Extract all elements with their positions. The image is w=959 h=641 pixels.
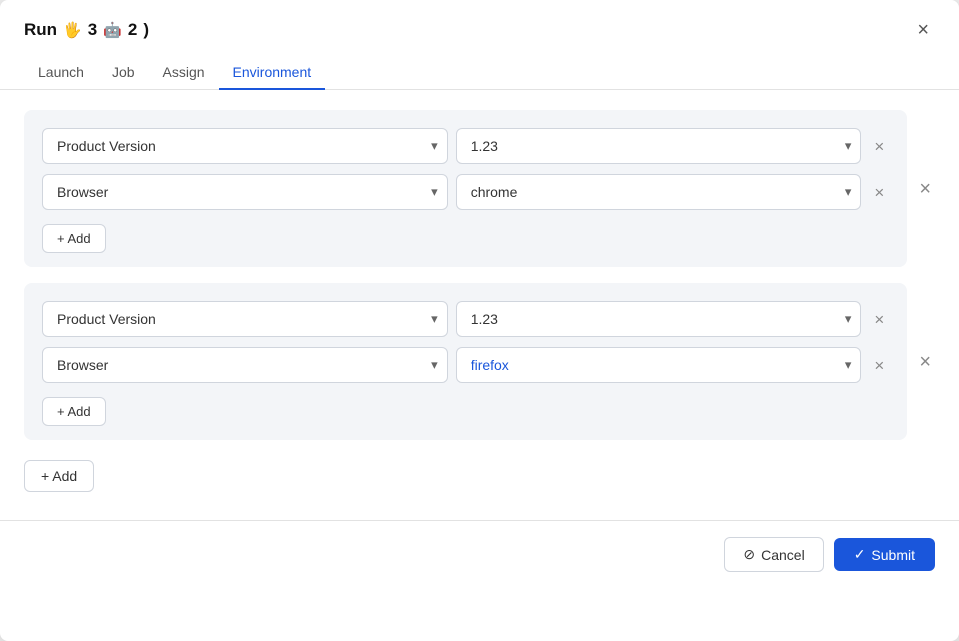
env-select-left-4: Product Version Browser OS ▾ xyxy=(42,347,448,383)
cancel-label: Cancel xyxy=(761,547,805,563)
run-dialog: Run 🖐 3 🤖 2 ) × Launch Job Assign Enviro… xyxy=(0,0,959,641)
group-remove-btn-1[interactable]: × xyxy=(915,175,935,203)
env-rows-1: Product Version Browser OS ▾ 1.23 1.24 1… xyxy=(42,128,889,210)
run-count: 3 xyxy=(88,20,97,40)
bot-count: 2 xyxy=(128,20,137,40)
tab-environment[interactable]: Environment xyxy=(219,56,326,90)
env-group-wrapper-1: Product Version Browser OS ▾ 1.23 1.24 1… xyxy=(24,110,935,267)
add-row-btn-1[interactable]: + Add xyxy=(42,224,106,253)
env-select-right-2: chrome firefox safari edge ▾ xyxy=(456,174,862,210)
env-row-4: Product Version Browser OS ▾ chrome fire… xyxy=(42,347,889,383)
row-remove-btn-3[interactable]: × xyxy=(869,309,889,330)
env-select-right-3: 1.23 1.24 1.25 ▾ xyxy=(456,301,862,337)
env-rows-2: Product Version Browser OS ▾ 1.23 1.24 1… xyxy=(42,301,889,383)
env-group-wrapper-2: Product Version Browser OS ▾ 1.23 1.24 1… xyxy=(24,283,935,440)
env-select-left-1: Product Version Browser OS ▾ xyxy=(42,128,448,164)
tab-job[interactable]: Job xyxy=(98,56,149,90)
dialog-title: Run 🖐 3 🤖 2 ) xyxy=(24,20,149,40)
row-remove-btn-2[interactable]: × xyxy=(869,182,889,203)
env-row-3: Product Version Browser OS ▾ 1.23 1.24 1… xyxy=(42,301,889,337)
submit-label: Submit xyxy=(871,547,915,563)
close-button[interactable]: × xyxy=(911,18,935,42)
tab-launch[interactable]: Launch xyxy=(24,56,98,90)
tab-assign[interactable]: Assign xyxy=(149,56,219,90)
bot-suffix: ) xyxy=(143,20,149,40)
submit-icon: ✓ xyxy=(854,546,866,563)
run-hand-icon: 🖐 xyxy=(63,21,82,39)
group-remove-btn-2[interactable]: × xyxy=(915,348,935,376)
dialog-header: Run 🖐 3 🤖 2 ) × xyxy=(0,0,959,42)
add-group-button[interactable]: + Add xyxy=(24,460,94,492)
tabs-bar: Launch Job Assign Environment xyxy=(0,46,959,90)
left-select-4[interactable]: Product Version Browser OS xyxy=(42,347,448,383)
row-remove-btn-4[interactable]: × xyxy=(869,355,889,376)
left-select-3[interactable]: Product Version Browser OS xyxy=(42,301,448,337)
env-select-left-3: Product Version Browser OS ▾ xyxy=(42,301,448,337)
right-select-1[interactable]: 1.23 1.24 1.25 xyxy=(456,128,862,164)
cancel-button[interactable]: ⊘ Cancel xyxy=(724,537,823,572)
env-row-2: Product Version Browser OS ▾ chrome fire… xyxy=(42,174,889,210)
dialog-body: Product Version Browser OS ▾ 1.23 1.24 1… xyxy=(0,90,959,512)
add-row-btn-2[interactable]: + Add xyxy=(42,397,106,426)
right-select-2[interactable]: chrome firefox safari edge xyxy=(456,174,862,210)
right-select-4[interactable]: chrome firefox safari edge xyxy=(456,347,862,383)
env-row-1: Product Version Browser OS ▾ 1.23 1.24 1… xyxy=(42,128,889,164)
left-select-2[interactable]: Product Version Browser OS xyxy=(42,174,448,210)
right-select-3[interactable]: 1.23 1.24 1.25 xyxy=(456,301,862,337)
submit-button[interactable]: ✓ Submit xyxy=(834,538,935,571)
dialog-footer: ⊘ Cancel ✓ Submit xyxy=(0,520,959,592)
env-select-left-2: Product Version Browser OS ▾ xyxy=(42,174,448,210)
env-group-1: Product Version Browser OS ▾ 1.23 1.24 1… xyxy=(24,110,907,267)
run-label: Run xyxy=(24,20,57,40)
left-select-1[interactable]: Product Version Browser OS xyxy=(42,128,448,164)
env-select-right-1: 1.23 1.24 1.25 ▾ xyxy=(456,128,862,164)
row-remove-btn-1[interactable]: × xyxy=(869,136,889,157)
env-select-right-4: chrome firefox safari edge ▾ xyxy=(456,347,862,383)
bot-icon: 🤖 xyxy=(103,21,122,39)
env-group-2: Product Version Browser OS ▾ 1.23 1.24 1… xyxy=(24,283,907,440)
cancel-icon: ⊘ xyxy=(743,546,755,563)
